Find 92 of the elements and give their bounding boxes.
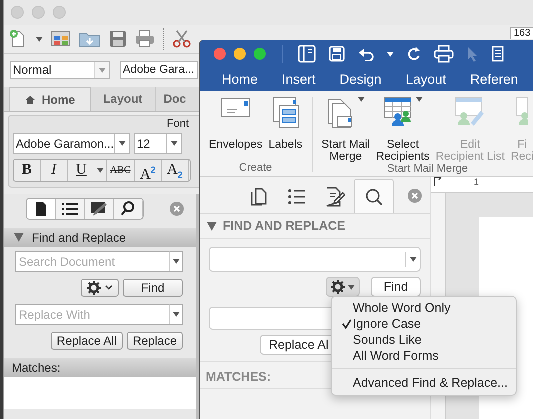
save-icon[interactable] bbox=[109, 30, 127, 48]
search-icon bbox=[120, 201, 136, 217]
window-control[interactable] bbox=[254, 48, 266, 60]
section-title: FIND AND REPLACE bbox=[223, 219, 346, 233]
caret-icon[interactable] bbox=[97, 168, 104, 173]
gear-icon bbox=[331, 280, 345, 294]
labels-icon bbox=[272, 97, 300, 129]
style-dropdown[interactable]: Normal bbox=[10, 61, 110, 79]
caret-icon[interactable] bbox=[387, 52, 394, 56]
replace-field[interactable]: Replace With bbox=[15, 304, 169, 325]
caret-icon bbox=[172, 312, 180, 317]
printer-icon[interactable] bbox=[434, 45, 454, 63]
underline-button[interactable]: U bbox=[68, 160, 95, 181]
indent-marker-icon[interactable] bbox=[434, 177, 442, 187]
house-icon bbox=[25, 94, 36, 104]
caret-icon[interactable] bbox=[36, 36, 43, 42]
printer-icon[interactable] bbox=[135, 30, 155, 48]
document-icon[interactable] bbox=[492, 46, 504, 62]
disclosure-triangle-icon[interactable] bbox=[14, 233, 24, 242]
chevron-icon bbox=[105, 285, 113, 291]
sidebar-icon[interactable] bbox=[298, 45, 316, 63]
caret-icon bbox=[172, 259, 180, 264]
bold-button[interactable]: B bbox=[14, 160, 41, 181]
caret-icon bbox=[170, 141, 178, 146]
sidebar-tab[interactable] bbox=[56, 199, 85, 219]
font-dropdown[interactable]: Adobe Garamon... bbox=[13, 133, 130, 154]
find-button[interactable]: Find bbox=[123, 279, 183, 297]
ribbon-tab[interactable]: Referen bbox=[470, 72, 518, 87]
save-icon[interactable] bbox=[329, 46, 345, 62]
options-button[interactable] bbox=[326, 277, 360, 297]
person-icon bbox=[516, 97, 528, 127]
script-button[interactable]: A$_{2}$ bbox=[162, 160, 189, 181]
ribbon-button[interactable]: Labels bbox=[268, 97, 304, 162]
envelope-icon bbox=[220, 97, 251, 119]
script-button[interactable]: A$^{2}$ bbox=[135, 160, 162, 181]
replace-button[interactable]: Replace bbox=[126, 332, 183, 350]
redo-icon[interactable] bbox=[407, 46, 421, 62]
ribbon-button[interactable]: Start Mail Merge bbox=[320, 97, 372, 163]
italic-button[interactable]: I bbox=[41, 160, 68, 181]
scissors-icon[interactable] bbox=[172, 29, 192, 49]
ribbon-tab[interactable]: Home bbox=[9, 87, 92, 111]
caret-icon bbox=[348, 284, 355, 290]
disclosure-triangle-icon[interactable] bbox=[207, 222, 217, 230]
ribbon-button[interactable]: Envelopes bbox=[208, 97, 264, 162]
group-title: Font bbox=[166, 118, 190, 130]
outline-icon bbox=[61, 202, 79, 216]
close-icon[interactable] bbox=[170, 202, 184, 216]
dropdown-button[interactable] bbox=[169, 304, 183, 325]
font-field[interactable]: Adobe Gara... bbox=[120, 61, 198, 79]
ribbon-tab[interactable]: Doc bbox=[156, 87, 186, 111]
gear-icon bbox=[87, 281, 101, 295]
dropdown-button[interactable] bbox=[169, 251, 183, 272]
page-icon bbox=[33, 201, 49, 217]
group-label: Create bbox=[239, 162, 272, 176]
ribbon-tab[interactable]: Home bbox=[222, 72, 258, 87]
search-field[interactable] bbox=[209, 247, 421, 272]
search-icon bbox=[365, 188, 383, 206]
contacts-table-icon bbox=[384, 97, 414, 127]
list-icon bbox=[288, 189, 306, 205]
ribbon-tab[interactable]: Layout bbox=[91, 87, 156, 111]
sidebar-tab[interactable] bbox=[27, 199, 56, 219]
menu-item[interactable]: Whole Word Only bbox=[332, 300, 516, 316]
group-label: Start Mail Merge bbox=[387, 163, 468, 177]
caret-icon[interactable] bbox=[410, 257, 416, 262]
pane-tab[interactable] bbox=[354, 179, 394, 213]
strikethrough-button[interactable]: ABC bbox=[107, 160, 135, 181]
close-icon[interactable] bbox=[408, 189, 422, 203]
section-title: Find and Replace bbox=[32, 230, 126, 244]
pages-icon bbox=[250, 187, 268, 207]
ribbon-tab[interactable]: Layout bbox=[406, 72, 446, 87]
replace-all-button[interactable]: Replace All bbox=[50, 332, 123, 350]
caret-icon bbox=[98, 68, 106, 72]
sidebar-tab[interactable] bbox=[85, 199, 114, 219]
sidebar-tab[interactable] bbox=[114, 199, 143, 219]
font-size-dropdown[interactable]: 12 bbox=[134, 133, 182, 154]
ribbon-tab[interactable]: Insert bbox=[282, 72, 316, 87]
table-pencil-icon bbox=[455, 97, 486, 127]
ruler-number: 1 bbox=[474, 177, 480, 187]
find-button[interactable]: Find bbox=[371, 277, 421, 297]
edit-icon bbox=[90, 201, 108, 217]
window-control[interactable] bbox=[234, 48, 246, 60]
document-pencil-icon bbox=[325, 187, 345, 207]
section-header: Matches: bbox=[4, 358, 196, 377]
caret-icon bbox=[118, 141, 126, 146]
undo-icon[interactable] bbox=[358, 47, 374, 61]
ribbon-tab[interactable]: Design bbox=[340, 72, 382, 87]
options-button[interactable] bbox=[81, 279, 119, 297]
menu-item[interactable]: Ignore Case bbox=[332, 316, 516, 332]
search-field[interactable]: Search Document bbox=[15, 251, 169, 272]
ribbon-button[interactable]: Select Recipients bbox=[375, 97, 431, 163]
zoom-field[interactable]: 163 bbox=[510, 27, 533, 39]
gallery-icon[interactable] bbox=[51, 30, 71, 48]
